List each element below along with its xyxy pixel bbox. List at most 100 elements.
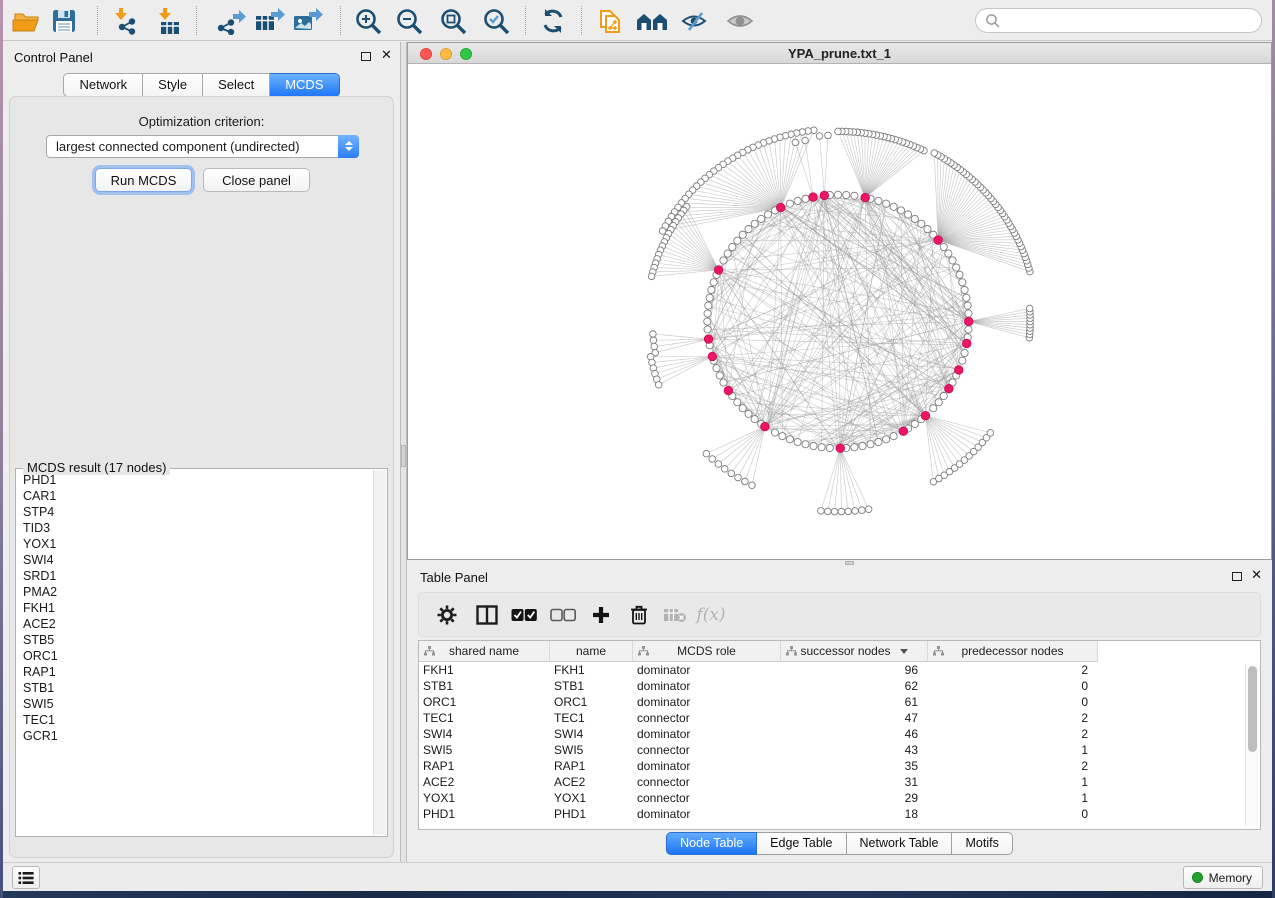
close-panel-button[interactable]: Close panel [203,168,310,192]
control-panel-close-icon[interactable]: ✕ [381,48,392,62]
control-panel-float-icon[interactable] [361,52,371,61]
mcds-node-item[interactable]: YOX1 [23,536,372,552]
zoom-fit-button[interactable] [434,5,472,37]
table-cell[interactable]: 1 [928,790,1098,806]
table-row[interactable]: PHD1PHD1dominator180 [419,806,1260,822]
table-cell[interactable]: 2 [928,726,1098,742]
tab-node-table[interactable]: Node Table [666,832,757,855]
search-input[interactable] [975,8,1262,33]
table-cell[interactable]: TEC1 [550,710,633,726]
table-cell[interactable]: FKH1 [419,662,550,678]
table-row[interactable]: RAP1RAP1dominator352 [419,758,1260,774]
table-cell[interactable]: ACE2 [419,774,550,790]
column-header[interactable]: predecessor nodes [928,641,1098,662]
table-cell[interactable]: 62 [781,678,928,694]
zoom-in-button[interactable] [349,5,387,37]
mcds-node-item[interactable]: GCR1 [23,728,372,744]
splitter-grip[interactable] [401,445,406,467]
table-cell[interactable]: dominator [633,662,781,678]
table-cell[interactable]: dominator [633,806,781,822]
table-cell[interactable]: 31 [781,774,928,790]
mcds-node-item[interactable]: FKH1 [23,600,372,616]
table-cell[interactable]: 1 [928,742,1098,758]
show-all-button[interactable] [721,5,759,37]
table-cell[interactable]: connector [633,742,781,758]
table-cell[interactable]: dominator [633,678,781,694]
optimization-criterion-select[interactable]: largest connected component (undirected) [46,135,359,158]
mcds-node-item[interactable]: CAR1 [23,488,372,504]
export-image-button[interactable] [288,5,326,37]
mcds-node-item[interactable]: STB1 [23,680,372,696]
table-cell[interactable]: TEC1 [419,710,550,726]
table-row[interactable]: STB1STB1dominator620 [419,678,1260,694]
vertical-splitter[interactable] [400,42,407,862]
table-cell[interactable]: 2 [928,758,1098,774]
table-cell[interactable]: dominator [633,694,781,710]
task-history-button[interactable] [12,866,40,889]
table-row[interactable]: ACE2ACE2connector311 [419,774,1260,790]
run-mcds-button[interactable]: Run MCDS [95,168,192,192]
table-cell[interactable]: YOX1 [550,790,633,806]
refresh-button[interactable] [534,5,572,37]
open-file-button[interactable] [7,5,45,37]
tab-network[interactable]: Network [63,73,143,97]
table-cell[interactable]: 47 [781,710,928,726]
table-cell[interactable]: PHD1 [419,806,550,822]
tab-network-table[interactable]: Network Table [847,832,953,855]
table-cell[interactable]: 29 [781,790,928,806]
network-svg[interactable] [408,64,1271,559]
memory-button[interactable]: Memory [1183,866,1263,889]
mcds-node-item[interactable]: ACE2 [23,616,372,632]
table-cell[interactable]: RAP1 [419,758,550,774]
table-cell[interactable]: dominator [633,726,781,742]
table-row[interactable]: FKH1FKH1dominator962 [419,662,1260,678]
table-cell[interactable]: ACE2 [550,774,633,790]
export-table-button[interactable] [250,5,288,37]
mcds-node-item[interactable]: ORC1 [23,648,372,664]
table-panel-float-icon[interactable] [1232,572,1242,581]
delete-column-button[interactable] [623,600,655,630]
mcds-node-item[interactable]: STP4 [23,504,372,520]
deselect-all-button[interactable] [547,600,579,630]
table-cell[interactable]: 46 [781,726,928,742]
table-cell[interactable]: SWI5 [550,742,633,758]
mcds-node-item[interactable]: STB5 [23,632,372,648]
mcds-node-item[interactable]: SWI4 [23,552,372,568]
table-cell[interactable]: PHD1 [550,806,633,822]
tab-mcds[interactable]: MCDS [270,73,339,97]
table-cell[interactable]: ORC1 [550,694,633,710]
table-cell[interactable]: 2 [928,662,1098,678]
table-cell[interactable]: connector [633,790,781,806]
mcds-list-scrollbar[interactable] [373,470,386,835]
mcds-result-list[interactable]: PHD1CAR1STP4TID3YOX1SWI4SRD1PMA2FKH1ACE2… [17,470,372,835]
table-cell[interactable]: 0 [928,806,1098,822]
table-scrollbar-thumb[interactable] [1248,666,1257,752]
column-header[interactable]: successor nodes [781,641,928,662]
table-cell[interactable]: FKH1 [550,662,633,678]
table-cell[interactable]: STB1 [550,678,633,694]
network-canvas[interactable] [408,64,1271,559]
table-scrollbar[interactable] [1245,664,1258,826]
table-row[interactable]: SWI4SWI4dominator462 [419,726,1260,742]
copy-network-style-button[interactable] [590,5,628,37]
tab-style[interactable]: Style [143,73,203,97]
column-header[interactable]: shared name [419,641,550,662]
sort-caret-icon[interactable] [900,649,908,654]
table-cell[interactable]: 0 [928,694,1098,710]
table-cell[interactable]: 2 [928,710,1098,726]
tab-motifs[interactable]: Motifs [952,832,1012,855]
table-row[interactable]: SWI5SWI5connector431 [419,742,1260,758]
mcds-node-item[interactable]: RAP1 [23,664,372,680]
import-network-button[interactable] [107,5,145,37]
table-row[interactable]: ORC1ORC1dominator610 [419,694,1260,710]
column-settings-button[interactable] [431,600,463,630]
table-cell[interactable]: 96 [781,662,928,678]
table-panel-close-icon[interactable]: ✕ [1251,568,1262,582]
mcds-node-item[interactable]: PHD1 [23,472,372,488]
zoom-selected-button[interactable] [477,5,515,37]
table-cell[interactable]: SWI4 [419,726,550,742]
mcds-node-item[interactable]: TID3 [23,520,372,536]
table-row[interactable]: YOX1YOX1connector291 [419,790,1260,806]
mcds-node-item[interactable]: TEC1 [23,712,372,728]
table-cell[interactable]: ORC1 [419,694,550,710]
